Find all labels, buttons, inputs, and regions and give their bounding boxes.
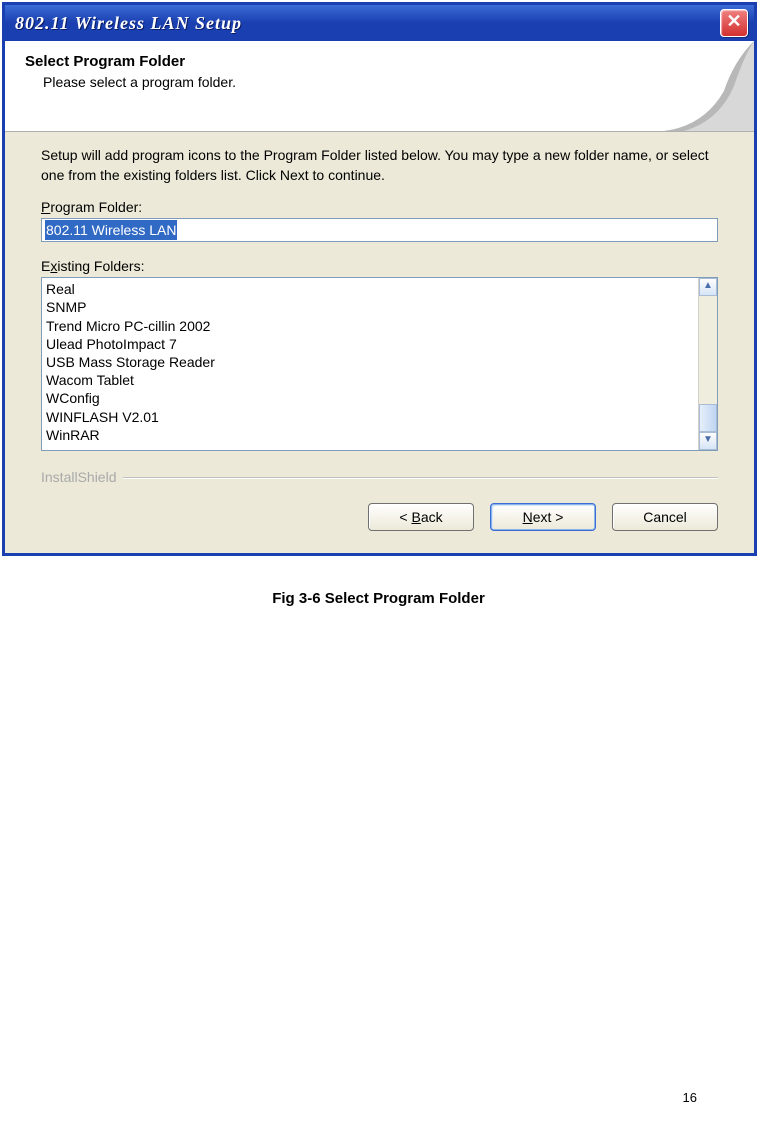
scroll-down-icon[interactable]: ▼ [699,432,717,450]
brand-label: InstallShield [41,469,117,485]
scroll-thumb[interactable] [699,404,717,432]
list-item[interactable]: USB Mass Storage Reader [46,353,694,371]
footer-panel: InstallShield < Back Next > Cancel [5,461,754,553]
installer-dialog: 802.11 Wireless LAN Setup ✕ Select Progr… [2,2,757,556]
page-subtitle: Please select a program folder. [25,70,734,90]
page-number: 16 [683,1090,697,1105]
back-button[interactable]: < Back [368,503,474,531]
listbox-content[interactable]: Real SNMP Trend Micro PC-cillin 2002 Ule… [42,278,698,450]
page-curl-graphic [634,41,754,131]
title-bar[interactable]: 802.11 Wireless LAN Setup ✕ [5,5,754,41]
scrollbar-vertical[interactable]: ▲ ▼ [698,278,717,450]
list-item[interactable]: WConfig [46,389,694,407]
list-item[interactable]: WINFLASH V2.01 [46,408,694,426]
program-folder-input[interactable]: 802.11 Wireless LAN [41,218,718,242]
figure-caption: Fig 3-6 Select Program Folder [0,590,757,607]
list-item[interactable]: Wacom Tablet [46,371,694,389]
page-title: Select Program Folder [25,53,734,70]
list-item[interactable]: Real [46,280,694,298]
list-item[interactable]: Trend Micro PC-cillin 2002 [46,317,694,335]
body-panel: Setup will add program icons to the Prog… [5,132,754,461]
window-title: 802.11 Wireless LAN Setup [15,13,242,34]
list-item[interactable]: WinRAR [46,426,694,444]
existing-folders-listbox[interactable]: Real SNMP Trend Micro PC-cillin 2002 Ule… [41,277,718,451]
cancel-button[interactable]: Cancel [612,503,718,531]
header-panel: Select Program Folder Please select a pr… [5,41,754,132]
divider-line [123,477,719,478]
program-folder-label: Program Folder: [41,199,718,215]
list-item[interactable]: Ulead PhotoImpact 7 [46,335,694,353]
list-item[interactable]: SNMP [46,298,694,316]
next-button[interactable]: Next > [490,503,596,531]
close-icon[interactable]: ✕ [720,9,748,37]
scroll-up-icon[interactable]: ▲ [699,278,717,296]
instruction-text: Setup will add program icons to the Prog… [41,146,718,185]
existing-folders-label: Existing Folders: [41,258,718,274]
